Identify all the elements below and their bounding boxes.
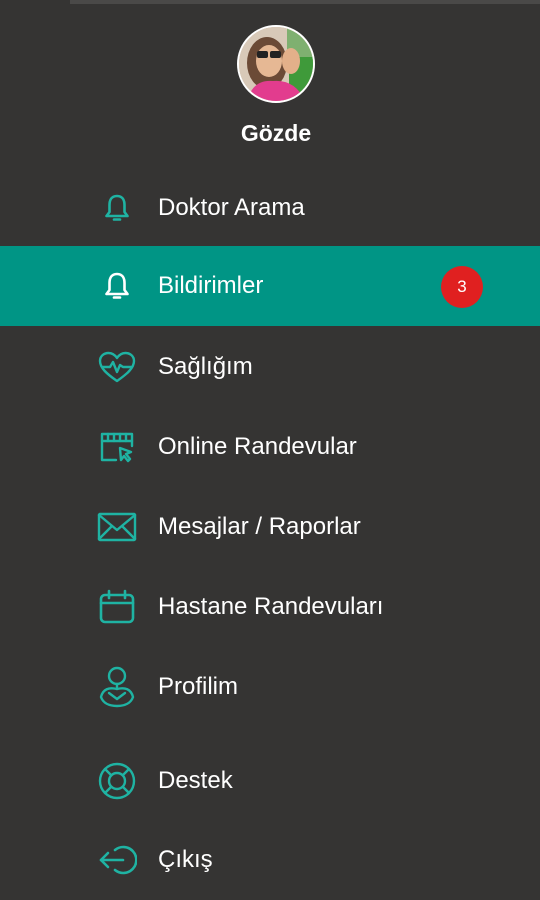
menu-item-label: Online Randevular (158, 433, 357, 460)
menu-item-label: Çıkış (158, 846, 213, 873)
menu-item-mesajlar-raporlar[interactable]: Mesajlar / Raporlar (0, 487, 540, 567)
notification-count-badge: 3 (441, 266, 483, 308)
menu-item-doktor-arama[interactable]: Doktor Arama (0, 168, 540, 248)
menu-item-hastane-randevulari[interactable]: Hastane Randevuları (0, 567, 540, 647)
logout-icon (96, 840, 138, 880)
menu-item-online-randevular[interactable]: Online Randevular (0, 407, 540, 487)
menu-item-profilim[interactable]: Profilim (0, 647, 540, 727)
profile-name: Gözde (240, 120, 312, 146)
calendar-cursor-icon (96, 427, 138, 467)
avatar[interactable] (237, 25, 315, 103)
navigation-drawer: Gözde Doktor Arama Bildirimler Sağlığım … (0, 0, 540, 900)
menu-item-label: Mesajlar / Raporlar (158, 513, 361, 540)
lifebuoy-icon (96, 761, 138, 801)
menu-item-sagligim[interactable]: Sağlığım (0, 327, 540, 407)
menu-item-cikis[interactable]: Çıkış (0, 820, 540, 900)
top-edge-divider (70, 0, 540, 4)
bell-icon (96, 188, 138, 228)
menu-item-destek[interactable]: Destek (0, 741, 540, 821)
user-icon (96, 666, 138, 708)
menu-item-label: Sağlığım (158, 353, 253, 380)
menu-item-label: Destek (158, 767, 233, 794)
menu-item-label: Hastane Randevuları (158, 593, 384, 620)
menu-item-label: Profilim (158, 673, 239, 700)
bell-icon (96, 266, 138, 306)
calendar-icon (96, 587, 138, 627)
menu-item-label: Bildirimler (158, 272, 264, 299)
menu-item-label: Doktor Arama (158, 194, 305, 221)
heart-pulse-icon (96, 347, 138, 387)
envelope-icon (96, 507, 138, 547)
